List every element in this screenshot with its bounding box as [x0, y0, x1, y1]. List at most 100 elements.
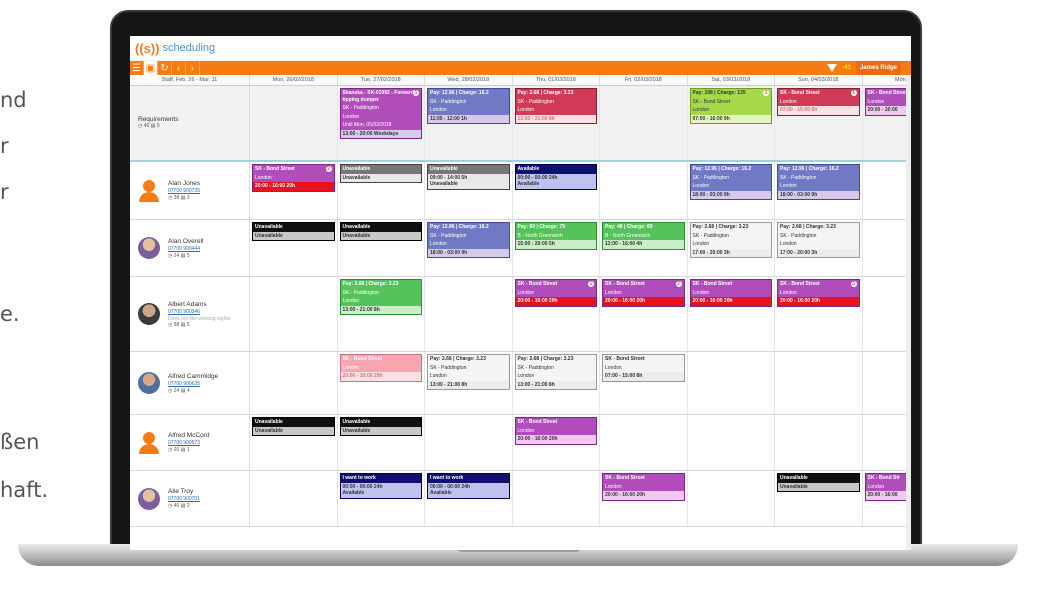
- shift-card[interactable]: Pay: 2.68 | Charge: 3.23 SK - Paddington L…: [689, 222, 772, 258]
- day-cell[interactable]: Unavailable Unavailable: [338, 162, 425, 219]
- shift-card[interactable]: Unavailable Unavailable: [777, 473, 860, 492]
- shift-card[interactable]: Pay: 108 | Charge: 135 SK - Bond Street Lo…: [689, 88, 772, 124]
- day-cell[interactable]: [863, 162, 912, 219]
- staff-phone[interactable]: 07700 900635: [168, 381, 218, 388]
- day-cell[interactable]: SK - Bond Street London 20:00 - 16:00 20h 2: [250, 162, 338, 219]
- refresh-button[interactable]: ↻: [158, 61, 172, 75]
- shift-card[interactable]: SK - Bond Street London 20:00 - 16:00 20h: [339, 354, 422, 382]
- day-cell[interactable]: Unavailable Unavailable: [338, 220, 425, 276]
- day-cell[interactable]: [425, 277, 513, 351]
- shift-card[interactable]: I want to work 00:00 - 00:00 24h Available: [427, 473, 510, 499]
- day-cell[interactable]: Unavailable Unavailable: [250, 415, 338, 470]
- day-cell[interactable]: [250, 86, 338, 160]
- shift-card[interactable]: Unavailable Unavailable: [339, 164, 422, 183]
- shift-card[interactable]: Skanska - SK-01992 - Forward tipping dum…: [339, 88, 422, 139]
- shift-card[interactable]: Pay: 2.68 | Charge: 3.23 SK - Paddington L…: [777, 222, 860, 258]
- day-cell[interactable]: SK - Bond Str London 20:00 - 16:00: [863, 471, 911, 526]
- day-cell[interactable]: SK - Bond Street London 20:00 - 16:00 20h 3: [775, 277, 863, 351]
- day-cell[interactable]: Available 00:00 - 00:00 24h Available: [513, 162, 600, 219]
- day-cell[interactable]: [688, 352, 775, 414]
- scrollbar[interactable]: [906, 75, 911, 550]
- shift-card[interactable]: SK - Bond Street London 20:00 - 16:00 20h 2: [602, 279, 685, 307]
- day-cell[interactable]: Skanska - SK-01992 - Forward tipping dum…: [338, 86, 425, 160]
- user-menu[interactable]: James Ridge: [855, 61, 901, 75]
- day-cell[interactable]: SK - Bond Street London 07:00 - 15:00 8h 1: [775, 86, 863, 160]
- day-cell[interactable]: Pay: 60 | Charge: 75 B - North Greenwich 1…: [513, 220, 600, 276]
- day-cell[interactable]: Pay: 2.68 | Charge: 3.23 SK - Paddington L…: [775, 220, 863, 276]
- prev-button[interactable]: ‹: [172, 61, 186, 75]
- day-cell[interactable]: Pay: 2.68 | Charge: 3.23 SK - Paddington L…: [513, 86, 600, 160]
- shift-card[interactable]: SK - Bond Street London 20:00 - 16:00 20h 3: [777, 279, 860, 307]
- day-cell[interactable]: [425, 415, 513, 470]
- day-cell[interactable]: [688, 471, 775, 526]
- shift-card[interactable]: Pay: 2.68 | Charge: 3.23 SK - Paddington L…: [427, 354, 510, 390]
- day-cell[interactable]: [863, 220, 912, 276]
- day-cell[interactable]: [775, 415, 863, 470]
- day-cell[interactable]: SK - Bond Street London 20:00 - 16:00: [863, 86, 911, 160]
- day-cell[interactable]: SK - Bond Street London 07:00 - 15:00 8h: [600, 352, 688, 414]
- shift-card[interactable]: SK - Bond Street London 07:00 - 15:00 8h 1: [777, 88, 860, 116]
- shift-card[interactable]: Pay: 2.68 | Charge: 3.23 SK - Paddington L…: [514, 354, 597, 390]
- shift-card[interactable]: Unavailable Unavailable: [252, 222, 335, 241]
- day-cell[interactable]: SK - Bond Street London 20:00 - 16:00 20h 2: [600, 277, 688, 351]
- day-cell[interactable]: Pay: 12.96 | Charge: 16.2 SK - Paddington…: [425, 220, 513, 276]
- day-cell[interactable]: Pay: 2.68 | Charge: 3.23 SK - Paddington L…: [425, 352, 513, 414]
- shift-card[interactable]: SK - Bond Str London 20:00 - 16:00: [864, 473, 911, 501]
- menu-button[interactable]: ☰: [130, 61, 144, 75]
- shift-card[interactable]: SK - Bond Street London 07:00 - 15:00 8h: [602, 354, 685, 382]
- next-button[interactable]: ›: [186, 61, 200, 75]
- day-cell[interactable]: Pay: 108 | Charge: 135 SK - Bond Street Lo…: [688, 86, 775, 160]
- day-cell[interactable]: SK - Bond Street London 20:00 - 16:00 20h: [688, 277, 775, 351]
- day-cell[interactable]: I want to work 00:00 - 00:00 24h Available: [425, 471, 513, 526]
- day-cell[interactable]: [250, 352, 338, 414]
- day-cell[interactable]: [600, 415, 688, 470]
- day-cell[interactable]: SK - Bond Street London 20:00 - 16:00 20h 1: [513, 277, 600, 351]
- day-cell[interactable]: I want to work 00:00 - 00:00 24h Available: [338, 471, 425, 526]
- shift-card[interactable]: Pay: 60 | Charge: 75 B - North Greenwich 1…: [514, 222, 597, 250]
- filter-icon[interactable]: [827, 64, 838, 72]
- day-cell[interactable]: Pay: 48 | Charge: 60 B - North Greenwich 1…: [600, 220, 688, 276]
- day-cell[interactable]: [863, 352, 912, 414]
- day-cell[interactable]: Pay: 2.68 | Charge: 3.23 SK - Paddington L…: [338, 277, 425, 351]
- shift-card[interactable]: SK - Bond Street London 20:00 - 16:00: [864, 88, 911, 116]
- shift-card[interactable]: SK - Bond Street London 20:00 - 16:00 20h 1: [514, 279, 597, 307]
- day-cell[interactable]: [600, 86, 688, 160]
- day-cell[interactable]: Unavailable 09:00 - 14:00 5h Unavailable: [425, 162, 513, 219]
- shift-card[interactable]: Pay: 2.68 | Charge: 3.23 SK - Paddington L…: [514, 88, 597, 124]
- day-cell[interactable]: Unavailable Unavailable: [250, 220, 338, 276]
- shift-card[interactable]: I want to work 00:00 - 00:00 24h Available: [339, 473, 422, 499]
- day-cell[interactable]: [863, 415, 912, 470]
- staff-phone[interactable]: 07700 900444: [168, 246, 203, 253]
- staff-phone[interactable]: 07700 900573: [168, 440, 210, 447]
- shift-card[interactable]: Unavailable Unavailable: [252, 417, 335, 436]
- day-cell[interactable]: [863, 277, 912, 351]
- staff-phone[interactable]: 07700 900701: [168, 496, 200, 503]
- shift-card[interactable]: Pay: 12.96 | Charge: 16.2 SK - Paddington…: [427, 222, 510, 258]
- save-button[interactable]: ▣: [144, 61, 158, 75]
- shift-card[interactable]: SK - Bond Street London 20:00 - 16:00 20h 2: [252, 164, 335, 192]
- shift-card[interactable]: SK - Bond Street London 20:00 - 16:00 20h: [689, 279, 772, 307]
- staff-phone[interactable]: 07700 900735: [168, 188, 200, 195]
- day-cell[interactable]: SK - Bond Street London 20:00 - 16:00 20h: [600, 471, 688, 526]
- staff-phone[interactable]: 07700 900346: [168, 309, 230, 316]
- shift-card[interactable]: Pay: 2.68 | Charge: 3.23 SK - Paddington L…: [339, 279, 422, 315]
- day-cell[interactable]: Pay: 2.68 | Charge: 3.23 SK - Paddington L…: [513, 352, 600, 414]
- day-cell[interactable]: [250, 277, 338, 351]
- shift-card[interactable]: Unavailable 09:00 - 14:00 5h Unavailable: [427, 164, 510, 190]
- shift-card[interactable]: Unavailable Unavailable: [339, 222, 422, 241]
- shift-card[interactable]: Available 00:00 - 00:00 24h Available: [514, 164, 597, 190]
- day-cell[interactable]: [775, 352, 863, 414]
- day-cell[interactable]: SK - Bond Street London 20:00 - 16:00 20h: [338, 352, 425, 414]
- day-cell[interactable]: Pay: 2.68 | Charge: 3.23 SK - Paddington L…: [688, 220, 775, 276]
- shift-card[interactable]: Pay: 12.96 | Charge: 16.2 SK - Paddington…: [427, 88, 510, 124]
- shift-card[interactable]: Pay: 48 | Charge: 60 B - North Greenwich 1…: [602, 222, 685, 250]
- day-cell[interactable]: Unavailable Unavailable: [775, 471, 863, 526]
- day-cell[interactable]: [250, 471, 338, 526]
- shift-card[interactable]: SK - Bond Street London 20:00 - 16:00 20h: [514, 417, 597, 445]
- day-cell[interactable]: SK - Bond Street London 20:00 - 16:00 20h: [513, 415, 600, 470]
- shift-card[interactable]: SK - Bond Street London 20:00 - 16:00 20h: [602, 473, 685, 501]
- day-cell[interactable]: Pay: 12.96 | Charge: 16.2 SK - Paddington…: [688, 162, 775, 219]
- day-cell[interactable]: [600, 162, 688, 219]
- day-cell[interactable]: [688, 415, 775, 470]
- day-cell[interactable]: Unavailable Unavailable: [338, 415, 425, 470]
